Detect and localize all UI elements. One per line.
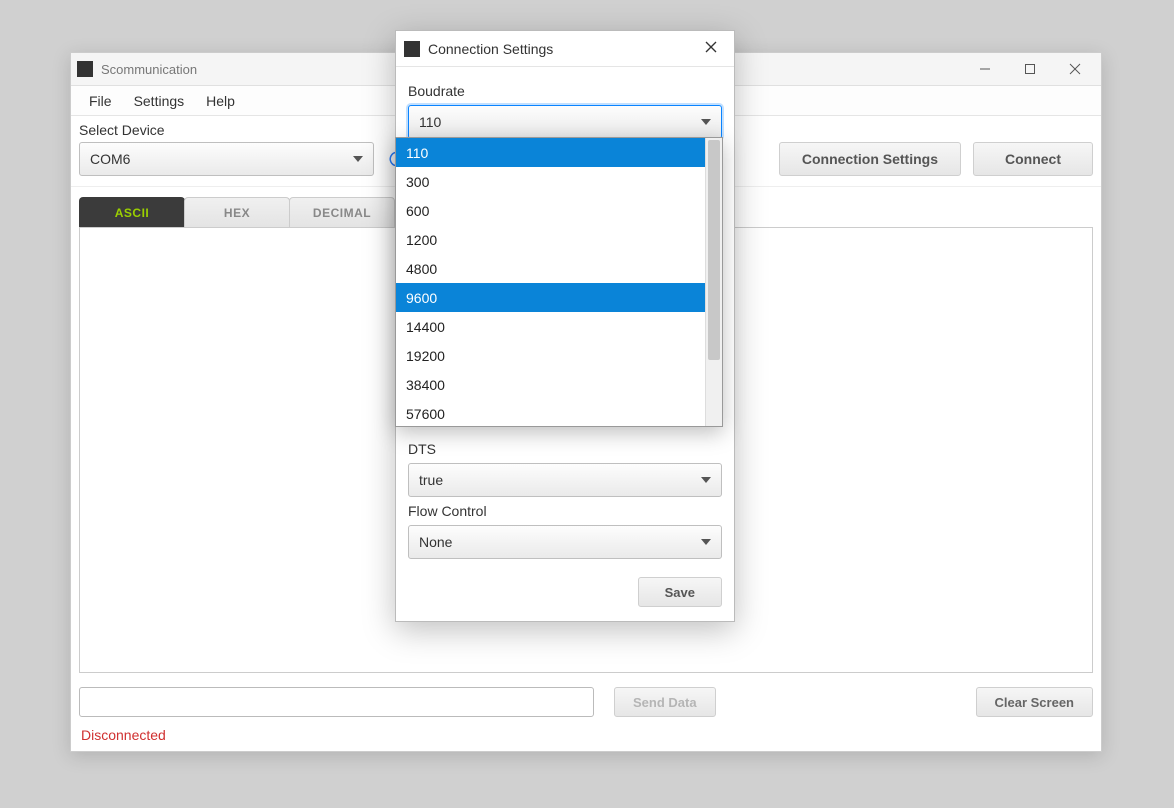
dropdown-scrollbar[interactable]: [705, 138, 722, 426]
menu-settings[interactable]: Settings: [134, 93, 185, 109]
send-button-label: Send Data: [633, 695, 697, 710]
clear-screen-label: Clear Screen: [995, 695, 1075, 710]
connect-button[interactable]: Connect: [973, 142, 1093, 176]
chevron-down-icon: [701, 119, 711, 125]
baudrate-option[interactable]: 300: [396, 167, 705, 196]
dialog-titlebar: Connection Settings: [396, 31, 734, 67]
baudrate-select[interactable]: 110: [408, 105, 722, 139]
tab-ascii[interactable]: ASCII: [79, 197, 185, 227]
tab-decimal[interactable]: DECIMAL: [289, 197, 395, 227]
close-button[interactable]: [1052, 54, 1097, 84]
tab-hex[interactable]: HEX: [184, 197, 290, 227]
connection-settings-button[interactable]: Connection Settings: [779, 142, 961, 176]
chevron-down-icon: [701, 477, 711, 483]
app-icon: [77, 61, 93, 77]
save-button[interactable]: Save: [638, 577, 722, 607]
flow-control-select[interactable]: None: [408, 525, 722, 559]
maximize-button[interactable]: [1007, 54, 1052, 84]
dts-value: true: [419, 472, 443, 488]
device-select[interactable]: COM6: [79, 142, 374, 176]
chevron-down-icon: [701, 539, 711, 545]
scrollbar-thumb[interactable]: [708, 140, 720, 360]
baudrate-label: Boudrate: [408, 83, 722, 99]
clear-screen-button[interactable]: Clear Screen: [976, 687, 1094, 717]
device-select-value: COM6: [90, 151, 130, 167]
send-input[interactable]: [79, 687, 594, 717]
baudrate-option[interactable]: 38400: [396, 370, 705, 399]
connection-settings-label: Connection Settings: [802, 151, 938, 167]
baudrate-dropdown: 1103006001200480096001440019200384005760…: [395, 137, 723, 427]
tab-ascii-label: ASCII: [115, 206, 150, 220]
send-button[interactable]: Send Data: [614, 687, 716, 717]
tab-decimal-label: DECIMAL: [313, 206, 371, 220]
minimize-button[interactable]: [962, 54, 1007, 84]
menu-file[interactable]: File: [89, 93, 112, 109]
select-device-label: Select Device: [79, 122, 374, 138]
dts-label: DTS: [408, 441, 722, 457]
flow-control-value: None: [419, 534, 452, 550]
connect-label: Connect: [1005, 151, 1061, 167]
baudrate-option[interactable]: 4800: [396, 254, 705, 283]
dialog-icon: [404, 41, 420, 57]
bottom-bar: Send Data Clear Screen: [71, 683, 1101, 725]
flow-control-label: Flow Control: [408, 503, 722, 519]
baudrate-value: 110: [419, 114, 441, 130]
baudrate-option[interactable]: 19200: [396, 341, 705, 370]
save-button-label: Save: [665, 585, 695, 600]
menu-help[interactable]: Help: [206, 93, 235, 109]
baudrate-option[interactable]: 9600: [396, 283, 705, 312]
baudrate-option[interactable]: 57600: [396, 399, 705, 426]
status-text: Disconnected: [71, 725, 1101, 751]
baudrate-option[interactable]: 110: [396, 138, 705, 167]
dts-select[interactable]: true: [408, 463, 722, 497]
tab-hex-label: HEX: [224, 206, 250, 220]
baudrate-option[interactable]: 14400: [396, 312, 705, 341]
dialog-title: Connection Settings: [428, 41, 553, 57]
baudrate-option[interactable]: 600: [396, 196, 705, 225]
baudrate-option[interactable]: 1200: [396, 225, 705, 254]
app-title: Scommunication: [101, 62, 197, 77]
chevron-down-icon: [353, 156, 363, 162]
dialog-close-button[interactable]: [696, 40, 726, 58]
